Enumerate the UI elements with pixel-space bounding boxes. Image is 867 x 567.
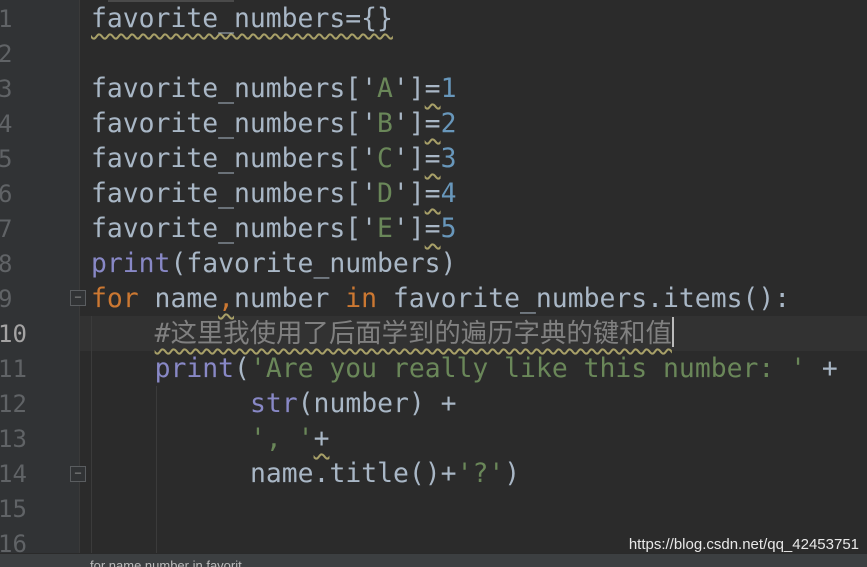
code-token: =	[424, 178, 441, 209]
code-token: ', '	[250, 423, 314, 454]
code-token: ']	[392, 108, 425, 139]
line-number: 12	[0, 390, 27, 418]
line-number: 2	[0, 40, 13, 68]
line-number: 8	[0, 250, 13, 278]
code-token: (	[234, 353, 250, 384]
code-line[interactable]: str(number) +	[250, 385, 457, 420]
code-line[interactable]: name.title()+'?')	[250, 455, 520, 490]
text-caret	[671, 317, 674, 347]
code-line[interactable]: favorite_numbers['E']=5	[91, 210, 456, 245]
breadcrumb-bar: for name,number in favorit...	[0, 553, 867, 567]
code-token: C	[377, 143, 393, 174]
line-number: 5	[0, 145, 13, 173]
code-token: +	[806, 353, 838, 384]
code-token: =	[424, 108, 441, 139]
code-token: 5	[440, 213, 457, 244]
line-number: 9	[0, 285, 13, 313]
code-token: str	[250, 388, 298, 419]
code-token: E	[377, 213, 393, 244]
code-token: (favorite_numbers)	[170, 248, 457, 279]
code-token: (number) +	[297, 388, 457, 419]
code-token: =	[424, 213, 441, 244]
code-token: number	[234, 283, 346, 314]
code-token: favorite_numbers['	[91, 143, 377, 174]
code-line[interactable]: for name,number in favorite_numbers.item…	[91, 280, 790, 315]
code-token: B	[377, 108, 393, 139]
line-number: 4	[0, 110, 13, 138]
code-line[interactable]: favorite_numbers['C']=3	[91, 140, 456, 175]
code-token: 4	[440, 178, 457, 209]
code-line[interactable]: favorite_numbers['A']=1	[91, 70, 456, 105]
line-number: 1	[0, 5, 13, 33]
code-token: +	[313, 423, 330, 454]
code-token: name	[138, 283, 219, 314]
code-token: )	[504, 458, 521, 489]
code-token: favorite_numbers={}	[91, 3, 393, 34]
code-token: #这里我使用了后面学到的遍历字典的键和值	[154, 318, 672, 349]
line-number: 7	[0, 215, 13, 243]
line-number: 3	[0, 75, 13, 103]
code-token: =	[424, 143, 441, 174]
code-line[interactable]: favorite_numbers={}	[91, 0, 393, 35]
code-token: print	[91, 248, 171, 279]
line-number: 6	[0, 180, 13, 208]
code-token: in	[345, 283, 378, 314]
code-token: favorite_numbers.items():	[377, 283, 791, 314]
line-number: 11	[0, 355, 27, 383]
code-line[interactable]: favorite_numbers['D']=4	[91, 175, 456, 210]
code-token: favorite_numbers['	[91, 73, 377, 104]
line-number: 15	[0, 495, 27, 523]
code-token: A	[377, 73, 393, 104]
code-token: 'Are you really like this number: '	[249, 353, 807, 384]
code-token: favorite_numbers['	[91, 213, 377, 244]
code-line[interactable]: favorite_numbers['B']=2	[91, 105, 456, 140]
code-token: ']	[392, 73, 425, 104]
line-number: 10	[0, 320, 27, 348]
code-token: print	[154, 353, 235, 384]
indent-guide	[91, 316, 92, 553]
code-token: ,	[218, 283, 235, 314]
code-line[interactable]: print(favorite_numbers)	[91, 245, 456, 280]
code-token: favorite_numbers['	[91, 108, 377, 139]
code-line[interactable]: #这里我使用了后面学到的遍历字典的键和值	[155, 315, 674, 350]
fold-collapse-icon[interactable]: −	[70, 290, 86, 306]
code-token: 3	[440, 143, 457, 174]
code-token: D	[377, 178, 393, 209]
code-token: 2	[440, 108, 457, 139]
code-token: for	[91, 283, 139, 314]
line-number-gutter: 1 2 3 4 5 6 7 8 9 10 11 12 13 14 15 16	[0, 0, 80, 558]
fold-end-icon[interactable]: −	[70, 466, 86, 482]
line-number: 13	[0, 425, 27, 453]
code-token: ']	[392, 213, 425, 244]
watermark: https://blog.csdn.net/qq_42453751	[628, 536, 859, 553]
indent-guide	[156, 386, 157, 553]
code-token: ']	[392, 143, 425, 174]
code-token: 1	[440, 73, 457, 104]
code-line[interactable]: print('Are you really like this number: …	[155, 350, 838, 385]
code-token: '?'	[456, 458, 505, 489]
code-token: =	[424, 73, 441, 104]
code-line[interactable]: ', '+	[250, 420, 329, 455]
code-token: name.title()+	[250, 458, 457, 489]
code-token: ']	[392, 178, 425, 209]
line-number: 14	[0, 460, 27, 488]
code-token: favorite_numbers['	[91, 178, 377, 209]
